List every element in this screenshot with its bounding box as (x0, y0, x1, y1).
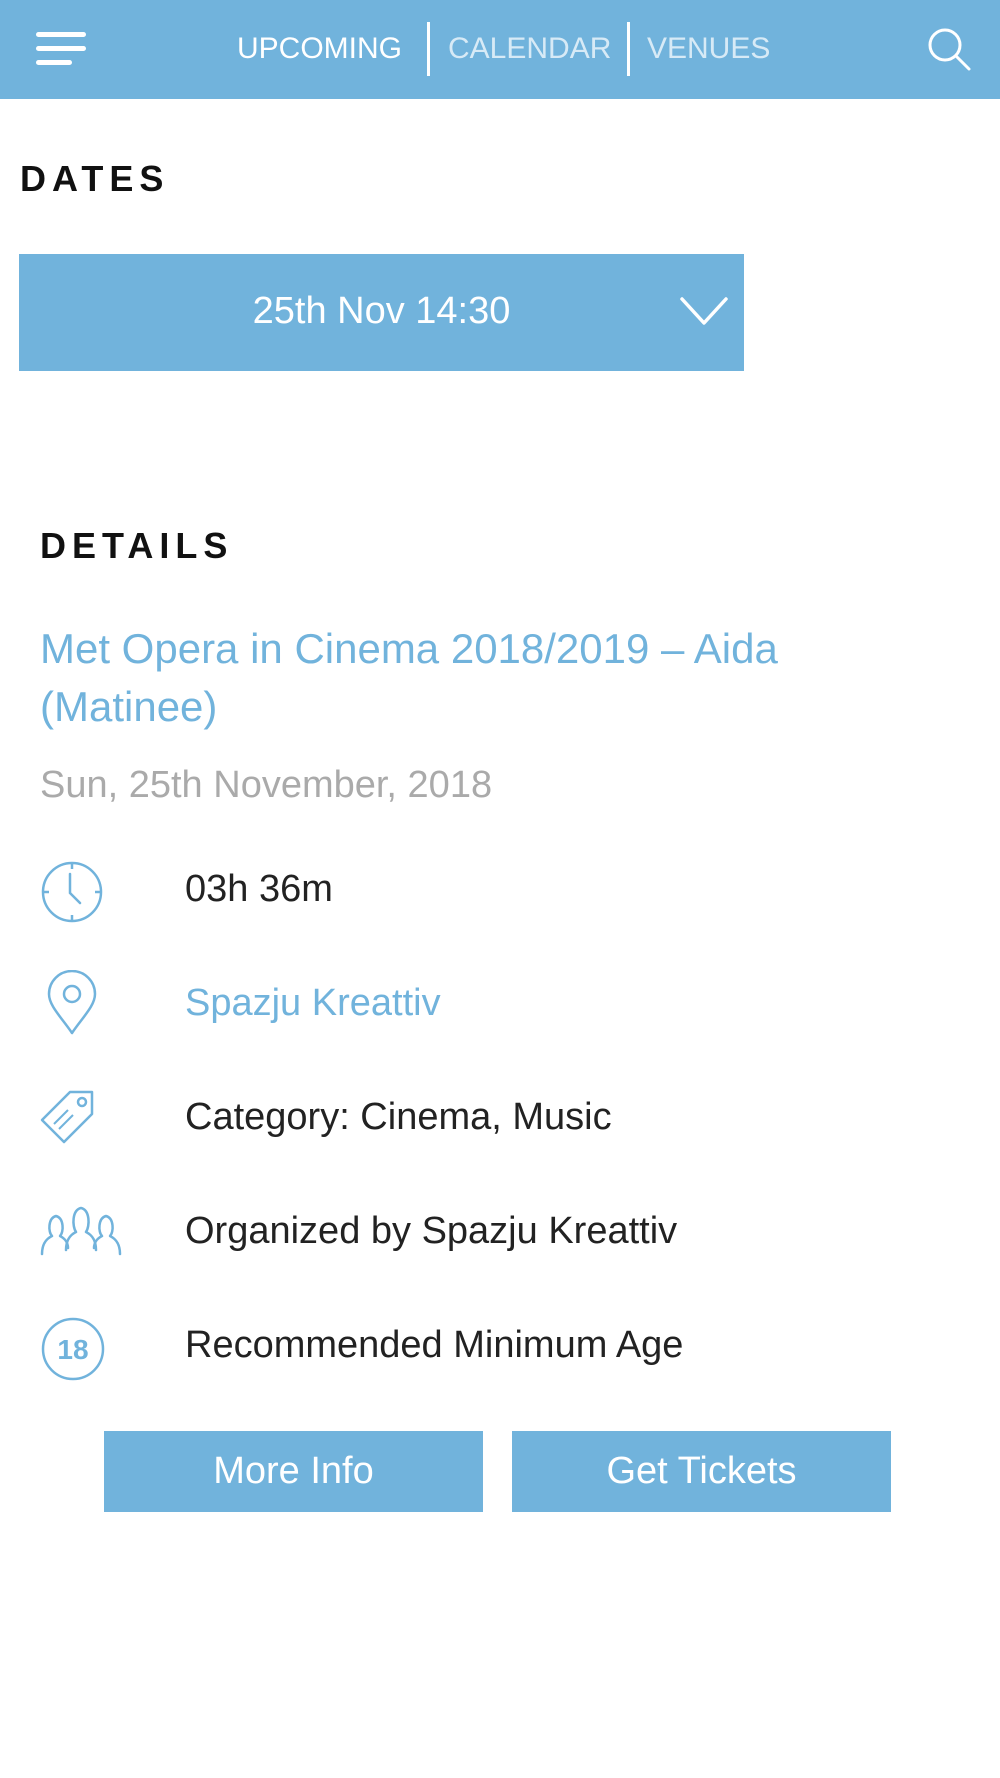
people-icon (40, 1206, 122, 1256)
nav-divider (627, 22, 630, 76)
date-dropdown[interactable]: 25th Nov 14:30 (19, 254, 744, 371)
duration-row: 03h 36m (0, 852, 1000, 932)
chevron-down-icon (680, 297, 728, 325)
tab-venues[interactable]: VENUES (647, 32, 770, 66)
duration-text: 03h 36m (185, 868, 333, 910)
selected-date-value: 25th Nov 14:30 (252, 290, 511, 332)
age-row: 18 Recommended Minimum Age (0, 1308, 1000, 1388)
search-icon[interactable] (926, 26, 972, 72)
event-title: Met Opera in Cinema 2018/2019 – Aida (Ma… (40, 625, 778, 730)
details-heading: DETAILS (40, 525, 234, 566)
get-tickets-button[interactable]: Get Tickets (512, 1431, 891, 1512)
category-row: Category: Cinema, Music (0, 1080, 1000, 1160)
more-info-button[interactable]: More Info (104, 1431, 483, 1512)
hamburger-menu-icon[interactable] (36, 30, 88, 68)
age-text: Recommended Minimum Age (185, 1324, 684, 1366)
location-pin-icon (47, 970, 97, 1035)
clock-icon (41, 861, 103, 923)
organizer-text: Organized by Spazju Kreattiv (185, 1210, 678, 1252)
dates-heading: DATES (20, 158, 170, 199)
organizer-row: Organized by Spazju Kreattiv (0, 1194, 1000, 1274)
age-18-icon: 18 (41, 1317, 105, 1381)
top-nav-bar: UPCOMING CALENDAR VENUES (0, 0, 1000, 99)
venue-link[interactable]: Spazju Kreattiv (185, 982, 441, 1025)
category-text: Category: Cinema, Music (185, 1096, 612, 1138)
age-icon-label: 18 (57, 1334, 88, 1365)
venue-row: Spazju Kreattiv (0, 966, 1000, 1046)
nav-divider (427, 22, 430, 76)
event-date: Sun, 25th November, 2018 (40, 764, 493, 806)
tab-calendar[interactable]: CALENDAR (448, 32, 611, 66)
tab-upcoming[interactable]: UPCOMING (237, 32, 402, 66)
tag-icon (40, 1090, 94, 1144)
